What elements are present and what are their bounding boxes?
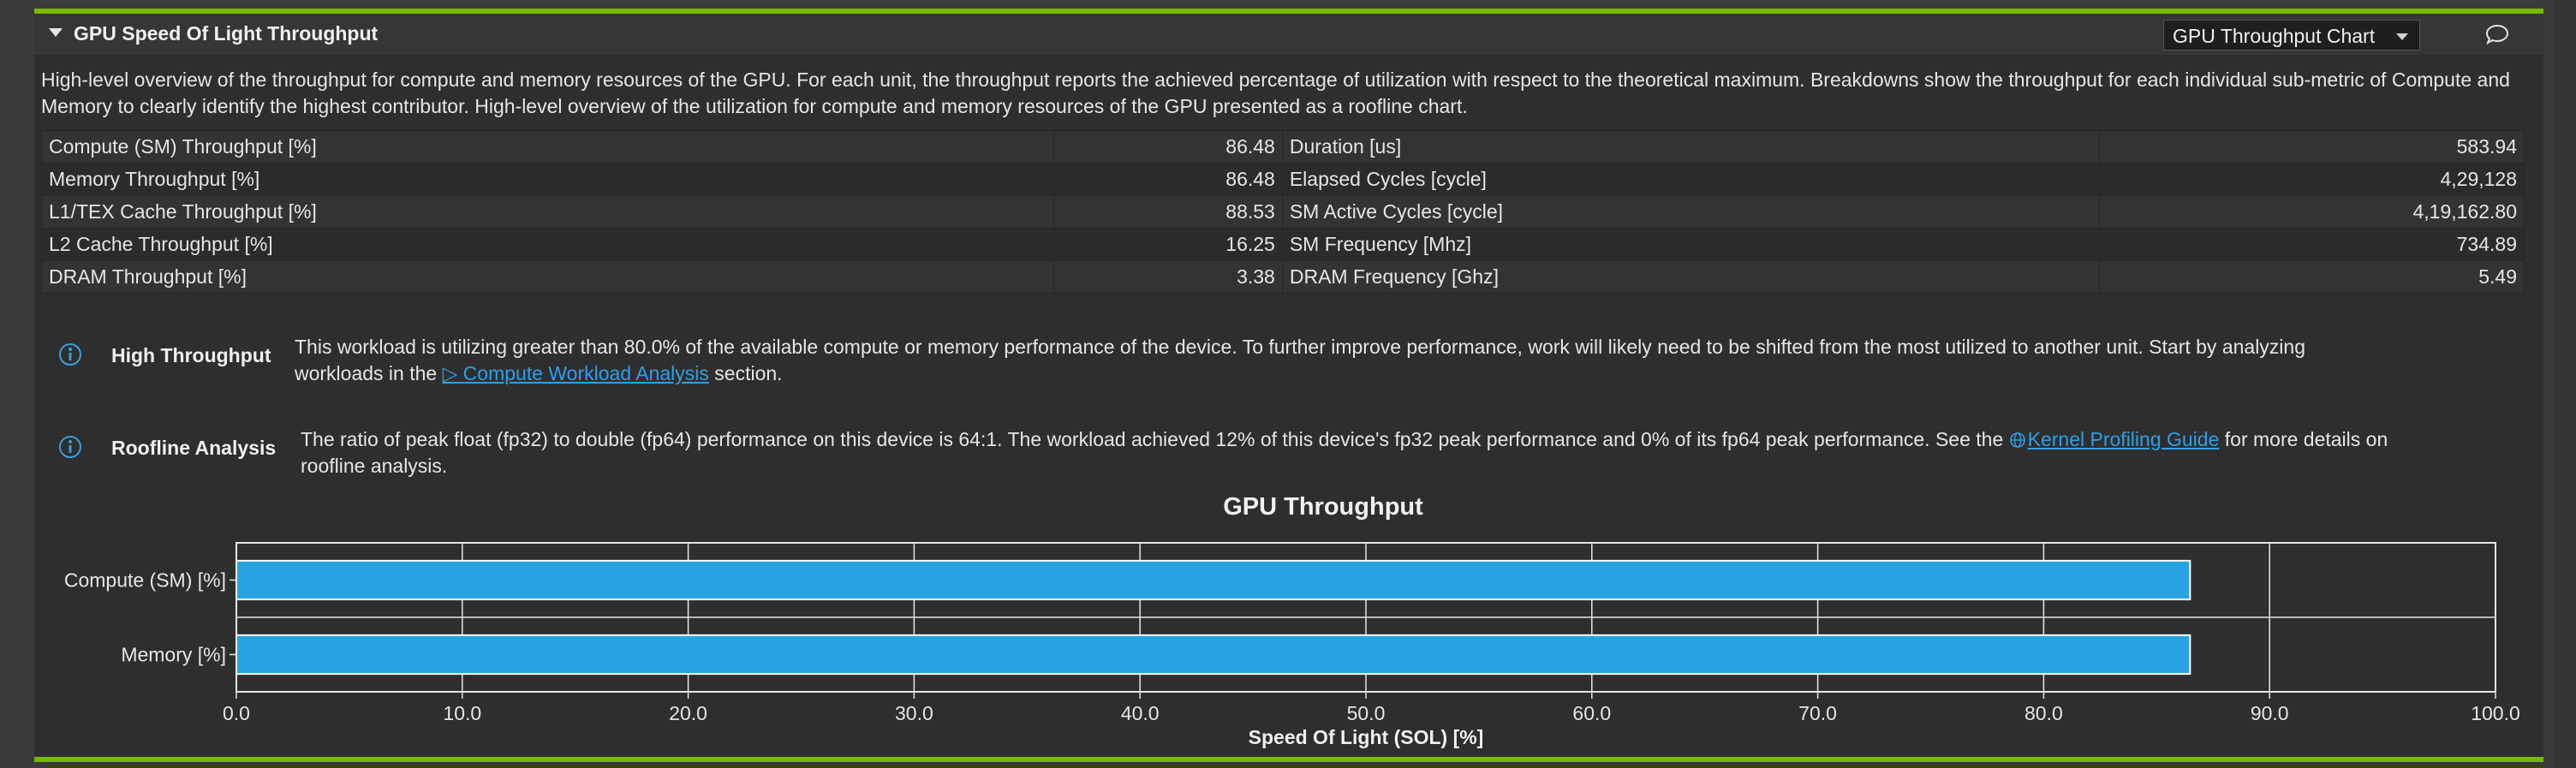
x-tick-label: 90.0 xyxy=(2251,702,2289,724)
scrollbar[interactable] xyxy=(2554,0,2576,768)
note-text-line1: The ratio of peak float (fp32) to double… xyxy=(301,426,2388,453)
note-text-line1: This workload is utilizing greater than … xyxy=(295,336,2305,358)
section-title: GPU Speed Of Light Throughput xyxy=(74,22,379,45)
metric-name: SM Active Cycles [cycle] xyxy=(1281,195,2100,229)
x-axis-title: Speed Of Light (SOL) [%] xyxy=(1248,726,1484,748)
kernel-profiling-guide-link[interactable]: Kernel Profiling Guide xyxy=(2009,428,2220,450)
metric-value: 734.89 xyxy=(2098,228,2525,261)
chevron-down-icon xyxy=(2396,33,2408,40)
link-label: Kernel Profiling Guide xyxy=(2027,428,2220,450)
info-icon xyxy=(59,436,81,458)
metric-name: Memory Throughput [%] xyxy=(41,163,1054,196)
metric-name: Duration [us] xyxy=(1281,130,2100,164)
x-tick-label: 40.0 xyxy=(1121,702,1160,724)
note-text-prefix: The ratio of peak float (fp32) to double… xyxy=(301,428,2009,450)
caret-down-icon[interactable] xyxy=(48,27,63,39)
metric-value: 86.48 xyxy=(1052,163,1283,196)
metric-name: Compute (SM) Throughput [%] xyxy=(41,130,1054,164)
x-tick-label: 0.0 xyxy=(223,702,250,724)
y-tick-label: Compute (SM) [%] xyxy=(64,569,226,592)
metric-value: 4,29,128 xyxy=(2098,163,2525,196)
y-tick-label: Memory [%] xyxy=(121,644,226,666)
compute-workload-analysis-link[interactable]: ▷ Compute Workload Analysis xyxy=(443,362,709,384)
note-text-line2: workloads in the ▷ Compute Workload Anal… xyxy=(295,360,783,387)
x-tick-label: 30.0 xyxy=(895,702,933,724)
comment-icon[interactable] xyxy=(2485,24,2509,45)
note-label: High Throughput xyxy=(111,344,271,366)
play-arrow-icon: ▷ xyxy=(442,362,463,384)
x-tick-label: 20.0 xyxy=(669,702,707,724)
metrics-row: DRAM Throughput [%] 3.38 DRAM Frequency [G… xyxy=(41,260,2525,294)
metric-name: L1/TEX Cache Throughput [%] xyxy=(41,195,1054,229)
metric-value: 88.53 xyxy=(1052,195,1283,229)
x-tick-label: 10.0 xyxy=(443,702,481,724)
note-text-line2: roofline analysis. xyxy=(301,455,448,477)
chart-title: GPU Throughput xyxy=(1223,493,1423,521)
metric-value: 4,19,162.80 xyxy=(2098,195,2525,229)
metric-name: SM Frequency [Mhz] xyxy=(1281,228,2100,261)
x-tick-label: 80.0 xyxy=(2024,702,2063,724)
globe-icon xyxy=(2009,432,2025,448)
metric-value: 5.49 xyxy=(2098,260,2525,294)
bar xyxy=(236,559,2191,601)
view-select[interactable]: GPU Throughput Chart xyxy=(2163,20,2420,51)
throughput-bar-chart: 0.0 10.0 20.0 30.0 40.0 50.0 60.0 70.0 80.0 90.0 1… xyxy=(64,542,2520,724)
metric-value: 86.48 xyxy=(1052,130,1283,164)
metric-value: 583.94 xyxy=(2098,130,2525,164)
note-text-suffix: section. xyxy=(708,362,783,384)
view-select-value: GPU Throughput Chart xyxy=(2173,25,2376,47)
metric-name: Elapsed Cycles [cycle] xyxy=(1281,163,2100,196)
x-tick-label: 60.0 xyxy=(1572,702,1611,724)
metrics-row: L2 Cache Throughput [%] 16.25 SM Frequency… xyxy=(41,228,2525,261)
note-text-prefix: workloads in the xyxy=(295,362,443,384)
bar xyxy=(236,634,2191,676)
metrics-row: L1/TEX Cache Throughput [%] 88.53 SM Activ… xyxy=(41,195,2525,229)
link-label: Compute Workload Analysis xyxy=(462,362,709,384)
note-text-suffix: for more details on xyxy=(2219,428,2388,450)
x-tick-label: 100.0 xyxy=(2471,702,2520,724)
metric-name: DRAM Frequency [Ghz] xyxy=(1281,260,2100,294)
note-label: Roofline Analysis xyxy=(111,437,277,459)
metrics-row: Compute (SM) Throughput [%] 86.48 Duration… xyxy=(41,130,2525,164)
info-icon xyxy=(59,343,81,366)
x-tick-label: 50.0 xyxy=(1347,702,1386,724)
metric-name: L2 Cache Throughput [%] xyxy=(41,228,1054,261)
metric-value: 3.38 xyxy=(1052,260,1283,294)
metric-value: 16.25 xyxy=(1052,228,1283,261)
section-description: High-level overview of the throughput fo… xyxy=(41,68,2510,117)
metric-name: DRAM Throughput [%] xyxy=(41,260,1054,294)
metrics-table: Compute (SM) Throughput [%] 86.48 Duration… xyxy=(41,130,2525,294)
section-panel: GPU Speed Of Light Throughput GPU Throug… xyxy=(34,9,2543,762)
section-header[interactable]: GPU Speed Of Light Throughput GPU Throug… xyxy=(34,14,2543,56)
x-tick-label: 70.0 xyxy=(1798,702,1837,724)
metrics-row: Memory Throughput [%] 86.48 Elapsed Cycles… xyxy=(41,163,2525,196)
